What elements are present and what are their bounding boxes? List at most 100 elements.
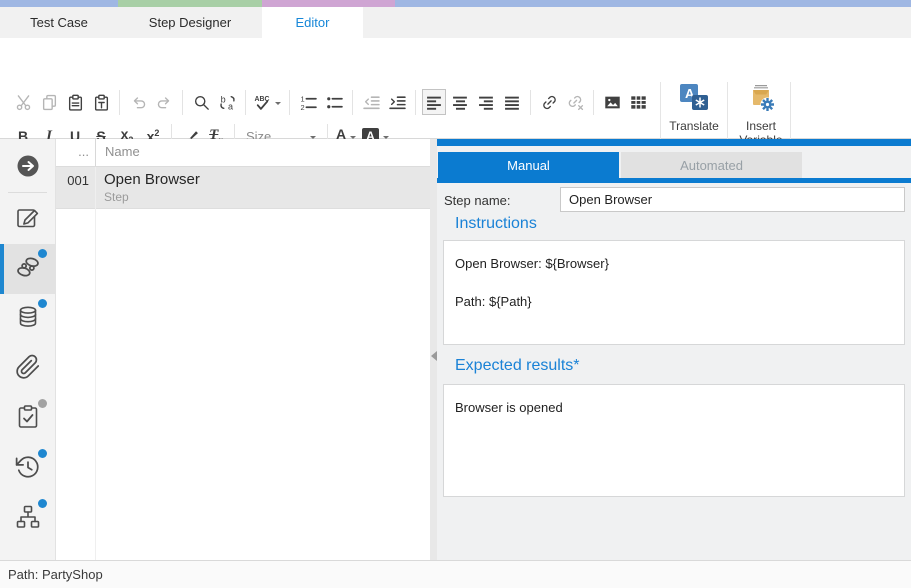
cut-button	[11, 89, 35, 115]
align-left-button[interactable]	[422, 89, 446, 115]
outdent-icon	[363, 94, 380, 111]
step-row[interactable]: 001Open BrowserStep	[56, 167, 430, 209]
checklist-icon	[15, 404, 41, 435]
detail-tabs: Manual Automated	[438, 152, 802, 178]
tab-automated[interactable]: Automated	[621, 152, 802, 178]
numbered-list-button[interactable]: 12	[296, 89, 320, 115]
align-center-button[interactable]	[448, 89, 472, 115]
bullet-list-button[interactable]	[322, 89, 346, 115]
toolbar-separator	[245, 90, 246, 115]
redo-button	[152, 89, 176, 115]
step-type: Step	[104, 190, 430, 204]
step-detail-panel: Manual Automated Step name: Instructions…	[437, 139, 911, 560]
align-center-icon	[452, 94, 469, 111]
tab-stripe-pink	[262, 0, 395, 7]
toolbar-separator	[593, 90, 594, 115]
app-window: Test CaseStep DesignerEditor baABC12 BIU…	[0, 0, 911, 588]
step-name-input[interactable]	[560, 187, 905, 212]
instruction-line: Open Browser: ${Browser}	[455, 256, 893, 271]
detail-tab-underline	[437, 178, 911, 183]
tab-manual[interactable]: Manual	[438, 152, 619, 178]
table-icon	[630, 94, 647, 111]
paste-icon	[67, 94, 84, 111]
notification-badge-blue	[38, 499, 47, 508]
expected-results-textarea[interactable]: Browser is opened	[443, 384, 905, 497]
outdent-button	[359, 89, 383, 115]
collapse-arrow-icon	[15, 153, 41, 184]
ribbon-row-1: ba ABC 12	[10, 88, 651, 116]
undo-icon	[130, 94, 147, 111]
left-icon-sidebar	[0, 139, 56, 560]
indent-button[interactable]	[385, 89, 409, 115]
align-justify-button[interactable]	[500, 89, 524, 115]
spellcheck-icon: ABC	[254, 94, 271, 111]
tab-stripe-blue	[0, 0, 118, 7]
notification-badge-blue	[38, 299, 47, 308]
unlink-icon	[567, 94, 584, 111]
sidebar-item-attachment[interactable]	[0, 344, 55, 394]
align-left-icon	[426, 94, 443, 111]
sidebar-item-history[interactable]	[0, 444, 55, 494]
numbered-list-icon: 12	[300, 94, 317, 111]
search-icon	[193, 94, 210, 111]
steps-list-panel: ... Name 001Open BrowserStep	[56, 139, 430, 560]
svg-text:2: 2	[300, 102, 304, 110]
steps-rows: 001Open BrowserStep	[56, 167, 430, 209]
image-icon	[604, 94, 621, 111]
attachment-icon	[15, 354, 41, 385]
chevron-down-icon	[275, 102, 281, 105]
steps-icon	[14, 253, 42, 286]
redo-icon	[156, 94, 173, 111]
bullet-list-icon	[326, 94, 343, 111]
notification-badge-gray	[38, 399, 47, 408]
translate-button[interactable]: A Translate	[661, 83, 727, 133]
column-divider	[95, 167, 96, 560]
align-right-icon	[478, 94, 495, 111]
instructions-textarea[interactable]: Open Browser: ${Browser} Path: ${Path}	[443, 240, 905, 345]
copy-button	[37, 89, 61, 115]
link-icon	[541, 94, 558, 111]
column-header-name[interactable]: Name	[95, 139, 430, 166]
toolbar-separator	[119, 90, 120, 115]
copy-icon	[41, 94, 58, 111]
document-tabbar: Test CaseStep DesignerEditor	[0, 0, 911, 38]
link-button[interactable]	[537, 89, 561, 115]
image-button[interactable]	[600, 89, 624, 115]
tab-test-case[interactable]: Test Case	[0, 7, 118, 38]
tab-color-stripe	[0, 0, 911, 7]
paste-text-button[interactable]	[89, 89, 113, 115]
toolbar-separator	[415, 90, 416, 115]
align-right-button[interactable]	[474, 89, 498, 115]
align-justify-icon	[504, 94, 521, 111]
sidebar-item-collapse[interactable]	[0, 145, 55, 191]
ribbon-toolbar: baABC12 BIUSx2x2TxSizeAA A Translate Ins…	[0, 38, 911, 139]
notification-badge-blue	[38, 449, 47, 458]
paste-button[interactable]	[63, 89, 87, 115]
sidebar-item-steps[interactable]	[0, 244, 55, 294]
toolbar-separator	[352, 90, 353, 115]
table-button[interactable]	[626, 89, 650, 115]
unlink-button	[563, 89, 587, 115]
sidebar-item-data[interactable]	[0, 294, 55, 344]
indent-icon	[389, 94, 406, 111]
column-header-index[interactable]: ...	[56, 139, 95, 166]
instruction-line: Path: ${Path}	[455, 294, 893, 309]
spellcheck-button[interactable]: ABC	[252, 89, 283, 115]
sidebar-item-checklist[interactable]	[0, 394, 55, 444]
tab-step-designer[interactable]: Step Designer	[118, 7, 262, 38]
tab-editor[interactable]: Editor	[262, 7, 363, 38]
step-row-main: Open Browser Step	[95, 167, 430, 208]
panel-splitter[interactable]	[430, 139, 437, 560]
step-name: Open Browser	[104, 171, 430, 188]
replace-button[interactable]: ba	[215, 89, 239, 115]
sidebar-item-hierarchy[interactable]	[0, 494, 55, 544]
search-button[interactable]	[189, 89, 213, 115]
instructions-heading: Instructions	[455, 215, 537, 233]
edit-icon	[15, 204, 41, 235]
replace-icon: ba	[219, 94, 236, 111]
expected-results-heading: Expected results*	[455, 357, 580, 375]
step-name-label: Step name:	[444, 193, 511, 208]
sidebar-item-edit[interactable]	[0, 194, 55, 244]
toolbar-separator	[182, 90, 183, 115]
notification-badge-blue	[38, 249, 47, 258]
